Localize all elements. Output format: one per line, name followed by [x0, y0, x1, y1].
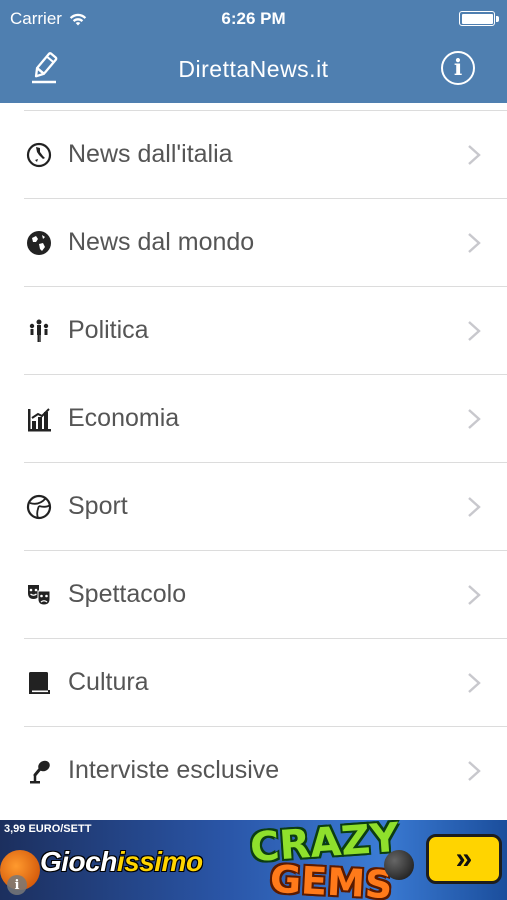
- chevron-right-icon: [468, 233, 481, 253]
- ad-brand-prefix: Gioch: [40, 846, 117, 877]
- ad-game-title-line2: GEMS: [268, 856, 394, 900]
- category-row-mondo[interactable]: News dal mondo: [0, 199, 507, 287]
- politics-figures-icon: [26, 318, 52, 344]
- theater-masks-icon: [26, 582, 52, 608]
- chevron-right-icon: [468, 673, 481, 693]
- ad-info-icon[interactable]: i: [7, 875, 27, 895]
- chevron-right-icon: [468, 321, 481, 341]
- category-row-italia[interactable]: News dall'italia: [0, 111, 507, 199]
- chevron-right-icon: [468, 409, 481, 429]
- category-label: News dal mondo: [68, 228, 255, 256]
- ad-brand-highlight: issimo: [116, 846, 203, 877]
- category-row-politica[interactable]: Politica: [0, 287, 507, 375]
- category-row-sport[interactable]: Sport: [0, 463, 507, 551]
- category-label: News dall'italia: [68, 140, 233, 168]
- app-title: DirettaNews.it: [178, 56, 329, 82]
- chevron-right-icon: [468, 585, 481, 605]
- info-icon[interactable]: i: [441, 51, 475, 85]
- chevron-right-icon: [468, 761, 481, 781]
- economy-chart-icon: [26, 406, 52, 432]
- ad-cta-button[interactable]: »: [426, 834, 502, 884]
- category-list: News dall'italia News dal mondo Politica…: [0, 103, 507, 820]
- category-label: Politica: [68, 316, 149, 344]
- category-label: Economia: [68, 404, 180, 432]
- status-time: 6:26 PM: [221, 9, 286, 28]
- book-icon: [26, 670, 52, 696]
- italy-map-icon: [26, 142, 52, 168]
- category-row-cultura[interactable]: Cultura: [0, 639, 507, 727]
- ad-price-text: 3,99 EURO/SETT: [4, 823, 92, 835]
- category-row-interviste[interactable]: Interviste esclusive: [0, 727, 507, 815]
- navigation-bar: DirettaNews.it i: [0, 38, 507, 103]
- chevron-right-icon: [468, 497, 481, 517]
- microphone-icon: [26, 758, 52, 784]
- ad-banner[interactable]: 3,99 EURO/SETT Giochissimo CRAZY GEMS » …: [0, 820, 507, 900]
- bomb-icon: [384, 850, 414, 880]
- category-row-spettacolo[interactable]: Spettacolo: [0, 551, 507, 639]
- category-label: Spettacolo: [68, 580, 187, 608]
- category-label: Cultura: [68, 668, 149, 696]
- chevron-right-icon: [468, 145, 481, 165]
- category-row-economia[interactable]: Economia: [0, 375, 507, 463]
- category-label: Sport: [68, 492, 128, 520]
- ad-brand-logo: Giochissimo: [40, 846, 203, 878]
- top-bar: Carrier 6:26 PM DirettaNews.it i: [0, 0, 507, 103]
- globe-icon: [26, 230, 52, 256]
- ball-icon: [26, 494, 52, 520]
- category-label: Interviste esclusive: [68, 756, 280, 784]
- status-bar: Carrier 6:26 PM: [0, 0, 507, 38]
- battery-icon: [459, 11, 499, 26]
